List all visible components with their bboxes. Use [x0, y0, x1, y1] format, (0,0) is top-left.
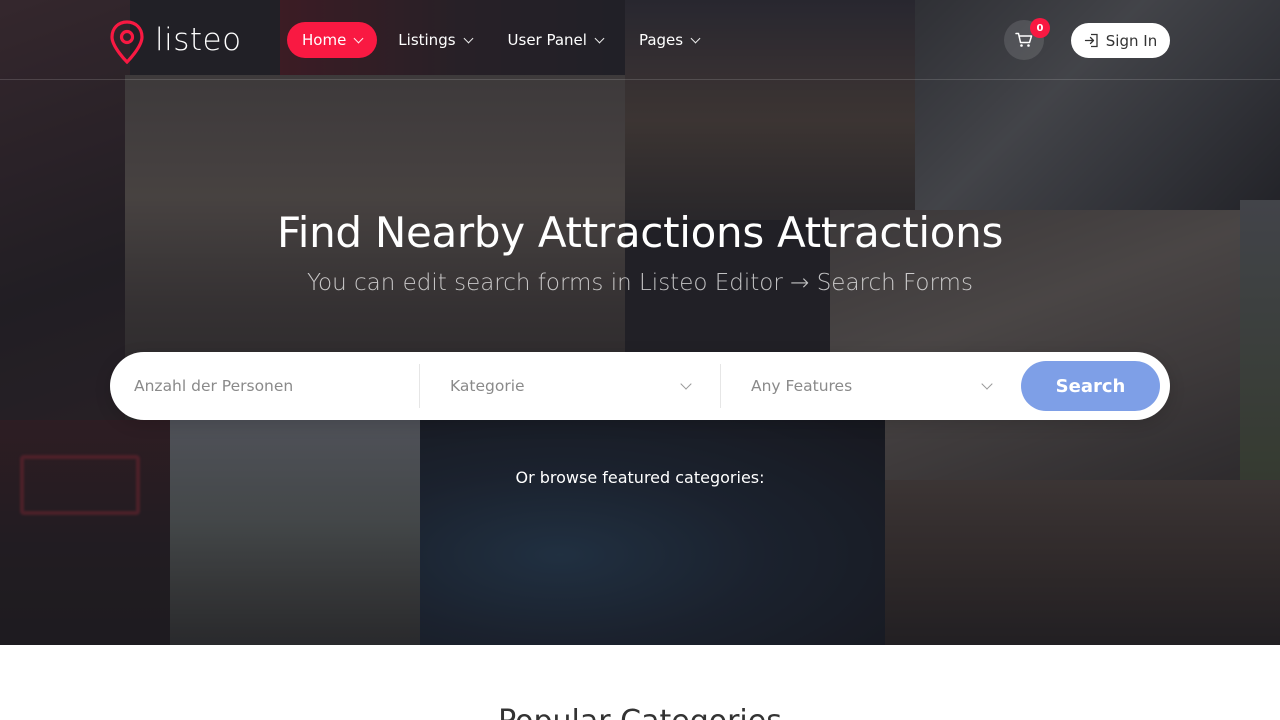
nav-item-label: Pages: [638, 31, 684, 49]
chevron-down-icon: [353, 33, 364, 44]
sign-in-button[interactable]: Sign In: [1071, 23, 1170, 58]
persons-field: [134, 352, 414, 420]
logo[interactable]: listeo: [109, 20, 242, 64]
chevron-down-icon: [463, 33, 473, 44]
nav-item-user-panel[interactable]: User Panel: [493, 22, 618, 58]
sign-in-label: Sign In: [1105, 31, 1158, 50]
features-select[interactable]: Any Features: [751, 352, 993, 420]
chevron-down-icon: [680, 378, 692, 390]
chevron-down-icon: [690, 33, 701, 44]
nav-item-listings[interactable]: Listings: [383, 22, 486, 58]
nav-item-label: Home: [302, 31, 347, 49]
hero-subtitle: You can edit search forms in Listeo Edit…: [307, 270, 973, 296]
hero-overlay: [0, 0, 1280, 645]
search-form: Kategorie Any Features Search: [110, 352, 1170, 420]
main-nav: Home Listings User Panel Pages: [287, 22, 720, 58]
nav-item-label: User Panel: [507, 31, 587, 49]
features-select-label: Any Features: [751, 377, 853, 395]
chevron-down-icon: [981, 378, 993, 390]
map-pin-icon: [110, 20, 144, 64]
browse-categories-text: Or browse featured categories:: [515, 468, 765, 487]
nav-item-home[interactable]: Home: [287, 22, 378, 58]
chevron-down-icon: [594, 33, 605, 44]
logo-text: listeo: [155, 22, 242, 58]
cart-icon: [1015, 32, 1033, 47]
field-divider: [720, 364, 721, 408]
nav-item-pages[interactable]: Pages: [624, 22, 714, 58]
field-divider: [419, 364, 420, 408]
cart-button[interactable]: 0: [1004, 18, 1050, 60]
hero-section: [0, 0, 1280, 645]
search-button[interactable]: Search: [1021, 361, 1160, 411]
cart-count-badge: 0: [1030, 18, 1050, 38]
persons-input[interactable]: [134, 377, 404, 395]
hero-title: Find Nearby Attractions Attractions: [276, 208, 1004, 257]
nav-item-label: Listings: [398, 31, 456, 49]
category-select[interactable]: Kategorie: [450, 352, 692, 420]
login-icon: [1084, 33, 1098, 48]
section-title: Popular Categories: [0, 704, 1280, 720]
category-select-label: Kategorie: [450, 377, 525, 395]
site-header: listeo Home Listings User Panel Pages 0: [0, 0, 1280, 80]
